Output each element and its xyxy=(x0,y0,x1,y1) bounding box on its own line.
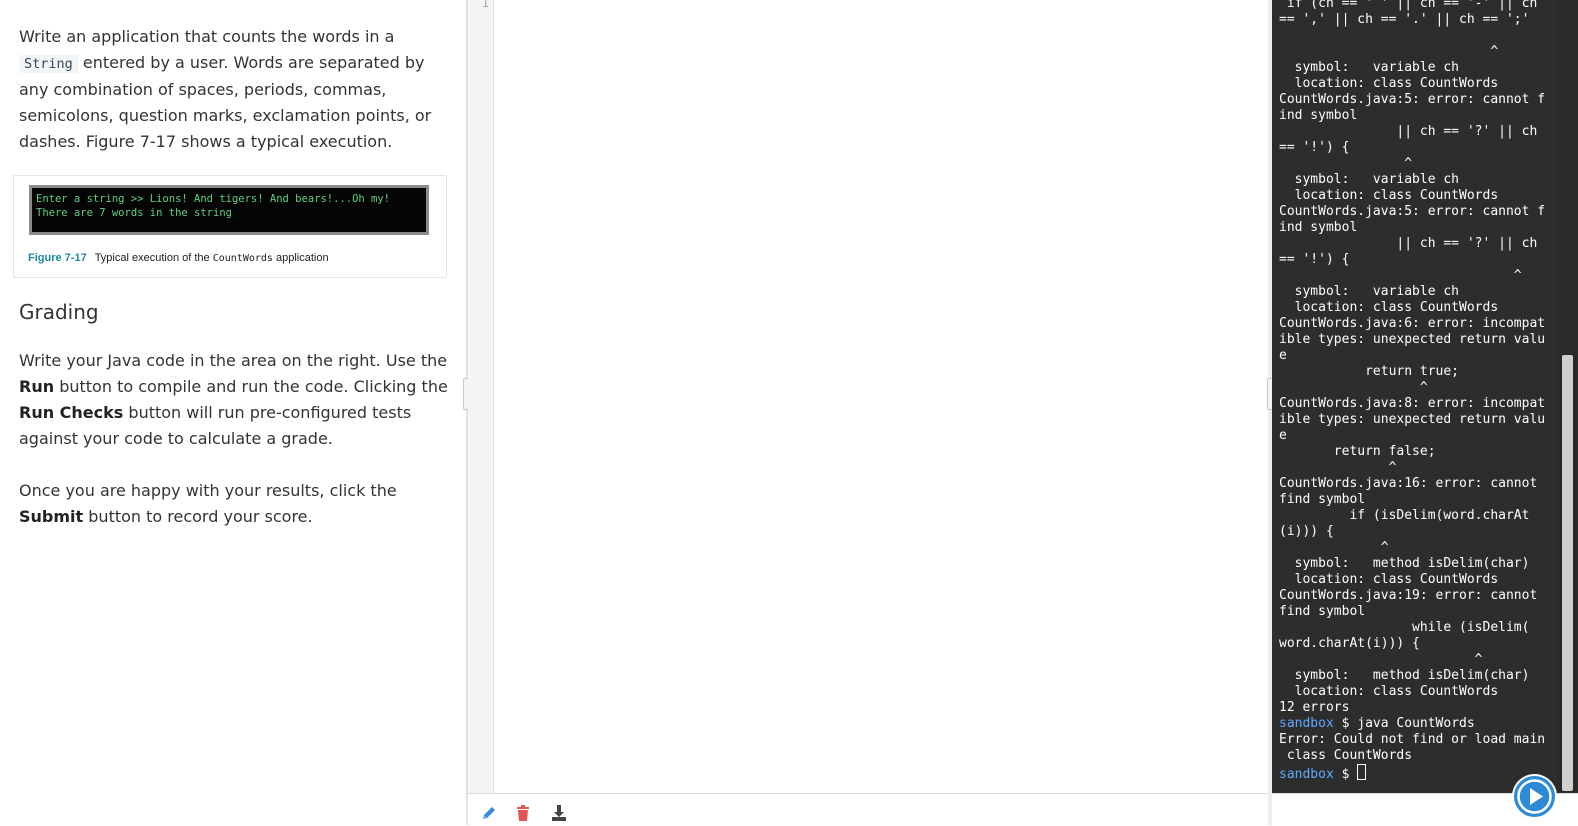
scrollbar-thumb[interactable] xyxy=(1562,355,1573,791)
terminal-command: $ java CountWords xyxy=(1333,716,1475,731)
grading-paragraph: Write your Java code in the area on the … xyxy=(19,348,449,452)
terminal-line: 12 errors xyxy=(1279,700,1350,715)
inline-code: String xyxy=(19,55,78,73)
terminal-line: == '!') { xyxy=(1279,140,1350,155)
terminal-line: || ch == '?' || ch xyxy=(1396,124,1538,139)
terminal-line: ^ xyxy=(1388,460,1397,475)
terminal-line: ^ xyxy=(1490,44,1499,59)
terminal-line: return false; xyxy=(1333,444,1436,459)
line-number-gutter: 1 xyxy=(468,0,494,793)
terminal-line: ind symbol xyxy=(1279,220,1358,235)
terminal-line: find symbol xyxy=(1279,492,1366,507)
terminal-prompt-symbol: $ xyxy=(1333,767,1358,782)
submit-paragraph: Once you are happy with your results, cl… xyxy=(19,478,449,530)
terminal-line: return true; xyxy=(1365,364,1460,379)
terminal-line: (i))) { xyxy=(1279,524,1334,539)
play-icon xyxy=(1517,779,1552,814)
terminal-text: if (ch == ' ' || ch == '-' || ch == ',' … xyxy=(1279,0,1555,783)
terminal-line: CountWords.java:19: error: cannot xyxy=(1279,588,1538,603)
terminal-line: find symbol xyxy=(1279,604,1366,619)
terminal-line: location: class CountWords xyxy=(1294,76,1499,91)
terminal-line: location: class CountWords xyxy=(1294,572,1499,587)
terminal-line: ^ xyxy=(1419,380,1428,395)
terminal-line: ible types: unexpected return valu xyxy=(1279,332,1546,347)
terminal-line: if (isDelim(word.charAt xyxy=(1349,508,1530,523)
terminal-line: CountWords.java:5: error: cannot f xyxy=(1279,92,1546,107)
description-text: Write an application that counts the wor… xyxy=(19,27,395,46)
figure-7-17: Enter a string >> Lions! And tigers! And… xyxy=(13,175,447,278)
terminal-line: location: class CountWords xyxy=(1294,300,1499,315)
description-text-cont: entered by a user. Words are separated b… xyxy=(19,53,432,151)
figure-caption-text-end: application xyxy=(276,252,329,264)
figure-terminal-image: Enter a string >> Lions! And tigers! And… xyxy=(29,185,429,235)
terminal-line: ind symbol xyxy=(1279,108,1358,123)
terminal-line: == '!') { xyxy=(1279,252,1350,267)
figure-terminal-line: Enter a string >> Lions! And tigers! And… xyxy=(36,193,391,205)
terminal-line: location: class CountWords xyxy=(1294,684,1499,699)
terminal-line: word.charAt(i))) { xyxy=(1279,636,1420,651)
terminal-line: CountWords.java:6: error: incompat xyxy=(1279,316,1546,331)
terminal-line: ^ xyxy=(1474,652,1483,667)
terminal-line: symbol: method isDelim(char) xyxy=(1294,556,1530,571)
editor-toolbar xyxy=(468,793,1268,826)
figure-label: Figure 7-17 xyxy=(28,252,87,264)
description-paragraph: Write an application that counts the wor… xyxy=(19,24,449,155)
terminal-line: || ch == '?' || ch xyxy=(1396,236,1538,251)
submit-text-end: button to record your score. xyxy=(88,507,313,526)
grading-text-mid: button to compile and run the code. Clic… xyxy=(59,377,448,396)
terminal-prompt: sandbox xyxy=(1279,767,1334,782)
submit-label: Submit xyxy=(19,507,84,526)
terminal-line: symbol: variable ch xyxy=(1294,172,1460,187)
terminal-line: symbol: variable ch xyxy=(1294,60,1460,75)
submit-text: Once you are happy with your results, cl… xyxy=(19,481,397,500)
terminal-scrollbar[interactable] xyxy=(1557,0,1578,793)
run-button[interactable] xyxy=(1514,776,1555,817)
grading-text: Write your Java code in the area on the … xyxy=(19,351,448,370)
figure-caption-text: Typical execution of the xyxy=(94,252,210,264)
terminal-line: CountWords.java:16: error: cannot xyxy=(1279,476,1538,491)
terminal-output-line: Error: Could not find or load main xyxy=(1279,732,1546,747)
terminal-line: ible types: unexpected return valu xyxy=(1279,412,1546,427)
terminal-cursor xyxy=(1357,764,1367,780)
trash-icon[interactable] xyxy=(514,804,532,822)
terminal-line: symbol: variable ch xyxy=(1294,284,1460,299)
terminal-output-line: class CountWords xyxy=(1279,748,1413,763)
run-checks-label: Run Checks xyxy=(19,403,124,422)
terminal-line: ^ xyxy=(1513,268,1522,283)
grading-heading: Grading xyxy=(19,300,99,324)
terminal-line: symbol: method isDelim(char) xyxy=(1294,668,1530,683)
terminal-line: while (isDelim( xyxy=(1412,620,1530,635)
instructions-pane: Write an application that counts the wor… xyxy=(0,0,466,825)
compiler-output: if (ch == ' ' || ch == '-' || ch == ',' … xyxy=(1279,0,1545,715)
pencil-icon[interactable] xyxy=(480,804,498,822)
terminal-line: location: class CountWords xyxy=(1294,188,1499,203)
figure-caption-code: CountWords xyxy=(212,253,273,264)
terminal-line: e xyxy=(1279,348,1287,363)
figure-terminal-line: There are 7 words in the string xyxy=(36,207,232,219)
download-icon[interactable] xyxy=(550,804,568,822)
figure-caption: Figure 7-17 Typical execution of the Coun… xyxy=(28,252,329,264)
terminal-line: ^ xyxy=(1380,540,1389,555)
terminal-output[interactable]: if (ch == ' ' || ch == '-' || ch == ',' … xyxy=(1272,0,1557,793)
terminal-line: ^ xyxy=(1404,156,1413,171)
run-label: Run xyxy=(19,377,55,396)
terminal-line: e xyxy=(1279,428,1287,443)
terminal-line: == ',' || ch == '.' || ch == ';' xyxy=(1279,12,1530,27)
line-number: 1 xyxy=(481,0,489,10)
terminal-line: CountWords.java:8: error: incompat xyxy=(1279,396,1546,411)
terminal-line: CountWords.java:5: error: cannot f xyxy=(1279,204,1546,219)
terminal-prompt: sandbox xyxy=(1279,716,1334,731)
terminal-line: if (ch == ' ' || ch == '-' || ch xyxy=(1286,0,1538,11)
code-editor[interactable]: 1 xyxy=(468,0,1268,826)
